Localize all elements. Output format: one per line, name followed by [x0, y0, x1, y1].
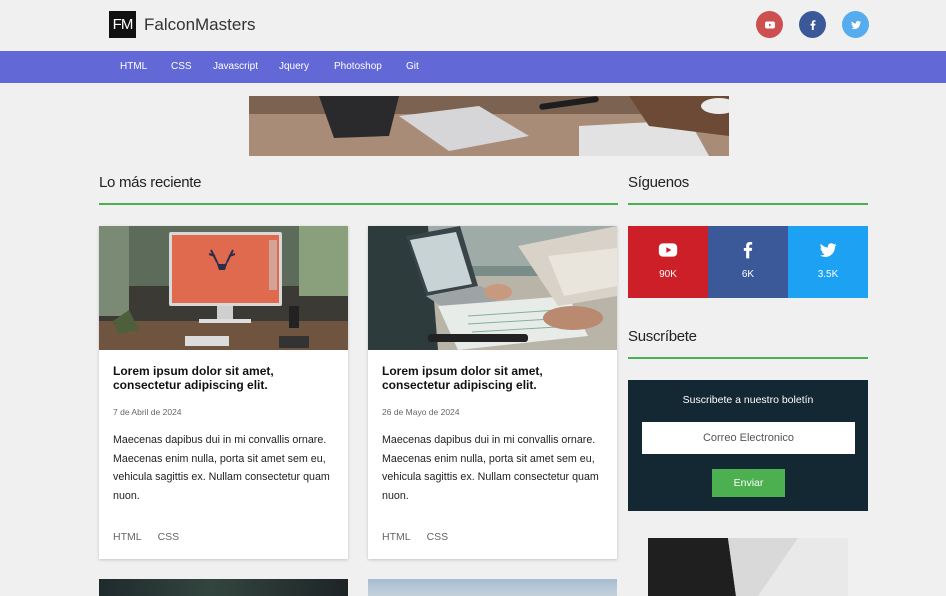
post-title[interactable]: Lorem ipsum dolor sit amet, consectetur …	[382, 364, 604, 392]
logo-text: FalconMasters	[144, 14, 256, 34]
post-excerpt: Maecenas dapibus dui in mi convallis orn…	[382, 434, 599, 503]
nav-item-html[interactable]: HTML	[120, 51, 147, 83]
post-date: 26 de Mayo de 2024	[382, 407, 460, 417]
post-card[interactable]: Lorem ipsum dolor sit amet, consectetur …	[99, 226, 348, 559]
youtube-icon	[764, 21, 775, 28]
facebook-count: 6K	[741, 269, 755, 280]
email-field[interactable]	[642, 422, 855, 454]
post-date: 7 de Abril de 2024	[113, 407, 182, 417]
twitter-icon	[850, 20, 861, 29]
post-tags: HTML CSS	[382, 531, 448, 543]
logo-mark: FM	[109, 11, 136, 38]
twitter-link-button[interactable]	[842, 11, 869, 38]
follow-section-title: Síguenos	[628, 174, 689, 191]
youtube-icon	[658, 243, 678, 257]
follow-section-divider	[628, 203, 868, 205]
post-tag[interactable]: HTML	[113, 531, 142, 543]
banner-image[interactable]	[249, 96, 729, 156]
site-header: FM FalconMasters	[0, 0, 946, 51]
post-tag[interactable]: CSS	[158, 531, 180, 543]
twitter-icon	[819, 243, 837, 257]
subscribe-section-title: Suscríbete	[628, 328, 697, 345]
latest-section-divider	[99, 203, 618, 205]
latest-section-title: Lo más reciente	[99, 174, 202, 191]
post-tag[interactable]: CSS	[427, 531, 449, 543]
post-tags: HTML CSS	[113, 531, 179, 543]
facebook-icon	[743, 242, 753, 259]
twitter-count: 3.5K	[817, 269, 839, 280]
post-title[interactable]: Lorem ipsum dolor sit amet, consectetur …	[113, 364, 335, 392]
newsletter-form: Suscribete a nuestro boletín Enviar	[628, 380, 868, 511]
newsletter-title: Suscribete a nuestro boletín	[682, 394, 814, 406]
post-image[interactable]	[99, 226, 348, 350]
nav-item-css[interactable]: CSS	[171, 51, 192, 83]
post-image[interactable]	[368, 226, 617, 350]
post-tag[interactable]: HTML	[382, 531, 411, 543]
nav-item-photoshop[interactable]: Photoshop	[334, 51, 382, 83]
nav-item-git[interactable]: Git	[406, 51, 419, 83]
nav-item-jquery[interactable]: Jquery	[279, 51, 309, 83]
post-card-partial[interactable]	[368, 579, 617, 596]
youtube-follow-button[interactable]: 90K	[628, 226, 708, 298]
site-logo[interactable]: FM FalconMasters	[109, 11, 255, 38]
post-card-partial[interactable]	[99, 579, 348, 596]
subscribe-button[interactable]: Enviar	[712, 469, 785, 497]
subscribe-section-divider	[628, 357, 868, 359]
facebook-icon	[810, 19, 815, 30]
facebook-follow-button[interactable]: 6K	[708, 226, 788, 298]
facebook-link-button[interactable]	[799, 11, 826, 38]
post-card[interactable]: Lorem ipsum dolor sit amet, consectetur …	[368, 226, 617, 559]
post-excerpt: Maecenas dapibus dui in mi convallis orn…	[113, 434, 330, 503]
youtube-count: 90K	[659, 269, 677, 280]
twitter-follow-button[interactable]: 3.5K	[788, 226, 868, 298]
main-nav: HTML CSS Javascript Jquery Photoshop Git	[0, 51, 946, 83]
nav-item-javascript[interactable]: Javascript	[213, 51, 258, 83]
youtube-link-button[interactable]	[756, 11, 783, 38]
sidebar-ad-image[interactable]	[648, 538, 848, 596]
